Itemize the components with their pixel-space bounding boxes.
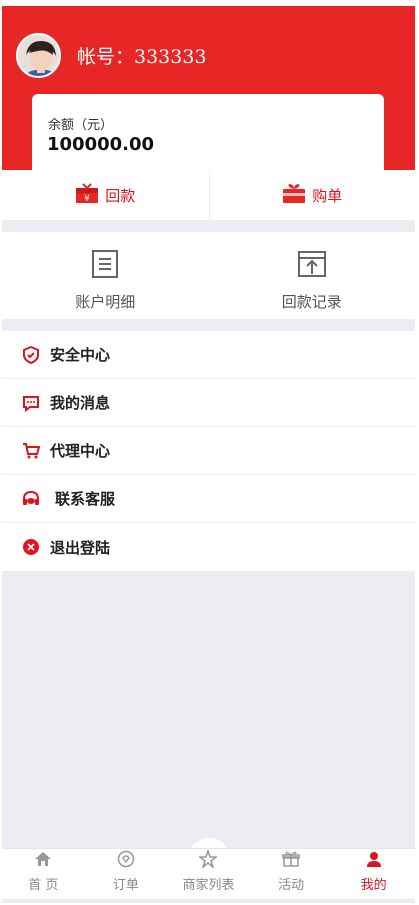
balance-label: 余额（元） xyxy=(48,118,114,133)
tab-label-orders: 订单 xyxy=(112,878,139,893)
refund-gift-icon: ¥ xyxy=(75,182,99,208)
menu-item-logout[interactable]: 退出登陆 xyxy=(2,523,415,571)
menu-item-messages[interactable]: 我的消息 xyxy=(2,379,415,427)
account-label: 帐号：333333 xyxy=(77,46,207,68)
tab-bar: 首 页 订单 商家列表 活动 我的 xyxy=(2,848,415,899)
cart-icon xyxy=(22,442,40,460)
refund-button[interactable]: ¥ 回款 xyxy=(2,170,209,220)
menu-label-logout: 退出登陆 xyxy=(50,538,111,557)
tab-orders[interactable]: 订单 xyxy=(85,849,168,899)
tab-home[interactable]: 首 页 xyxy=(2,849,85,899)
shield-icon xyxy=(22,345,40,364)
settings-menu: 安全中心 我的消息 代理中心 联系客服 退出登陆 xyxy=(2,331,415,571)
avatar[interactable] xyxy=(16,33,61,78)
refund-label: 回款 xyxy=(105,186,136,205)
tab-merchants[interactable]: 商家列表 xyxy=(167,848,250,899)
gift-icon xyxy=(282,850,300,872)
close-circle-icon xyxy=(22,538,40,556)
tab-label-merchants: 商家列表 xyxy=(182,878,235,893)
menu-item-customer-service[interactable]: 联系客服 xyxy=(2,475,415,523)
user-icon xyxy=(365,850,383,872)
order-label: 购单 xyxy=(312,186,343,205)
menu-label-security: 安全中心 xyxy=(50,346,111,364)
order-button[interactable]: 购单 xyxy=(208,170,416,220)
tab-mine[interactable]: 我的 xyxy=(332,849,415,899)
tab-activities[interactable]: 活动 xyxy=(250,849,333,899)
app-screen: 帐号：333333 余额（元） 100000.00 ¥ 回款 购单 账户明细 回… xyxy=(2,6,415,903)
account-details-link[interactable]: 账户明细 xyxy=(2,232,209,319)
chat-icon xyxy=(22,394,40,412)
tab-label-activities: 活动 xyxy=(278,878,305,893)
order-icon xyxy=(117,850,135,872)
refund-records-label: 回款记录 xyxy=(281,293,342,311)
order-gift-icon xyxy=(282,182,306,208)
star-icon xyxy=(198,848,219,872)
svg-text:¥: ¥ xyxy=(84,194,90,204)
menu-item-security[interactable]: 安全中心 xyxy=(2,331,415,379)
profile-header: 帐号：333333 余额（元） 100000.00 xyxy=(2,6,415,176)
tab-label-mine: 我的 xyxy=(360,878,387,893)
upload-window-icon xyxy=(297,249,327,283)
balance-value: 100000.00 xyxy=(47,134,155,155)
menu-label-messages: 我的消息 xyxy=(50,394,111,412)
action-bar: ¥ 回款 购单 xyxy=(2,170,415,220)
headset-icon xyxy=(22,490,40,508)
menu-label-agent-center: 代理中心 xyxy=(50,442,111,460)
menu-item-agent-center[interactable]: 代理中心 xyxy=(2,427,415,475)
document-list-icon xyxy=(90,249,120,283)
menu-label-customer-service: 联系客服 xyxy=(55,490,116,508)
tab-label-home: 首 页 xyxy=(28,878,59,893)
refund-records-link[interactable]: 回款记录 xyxy=(209,232,416,319)
account-details-label: 账户明细 xyxy=(75,293,136,311)
quick-links: 账户明细 回款记录 xyxy=(2,232,415,319)
home-icon xyxy=(34,850,52,872)
balance-card: 余额（元） 100000.00 xyxy=(32,94,384,176)
